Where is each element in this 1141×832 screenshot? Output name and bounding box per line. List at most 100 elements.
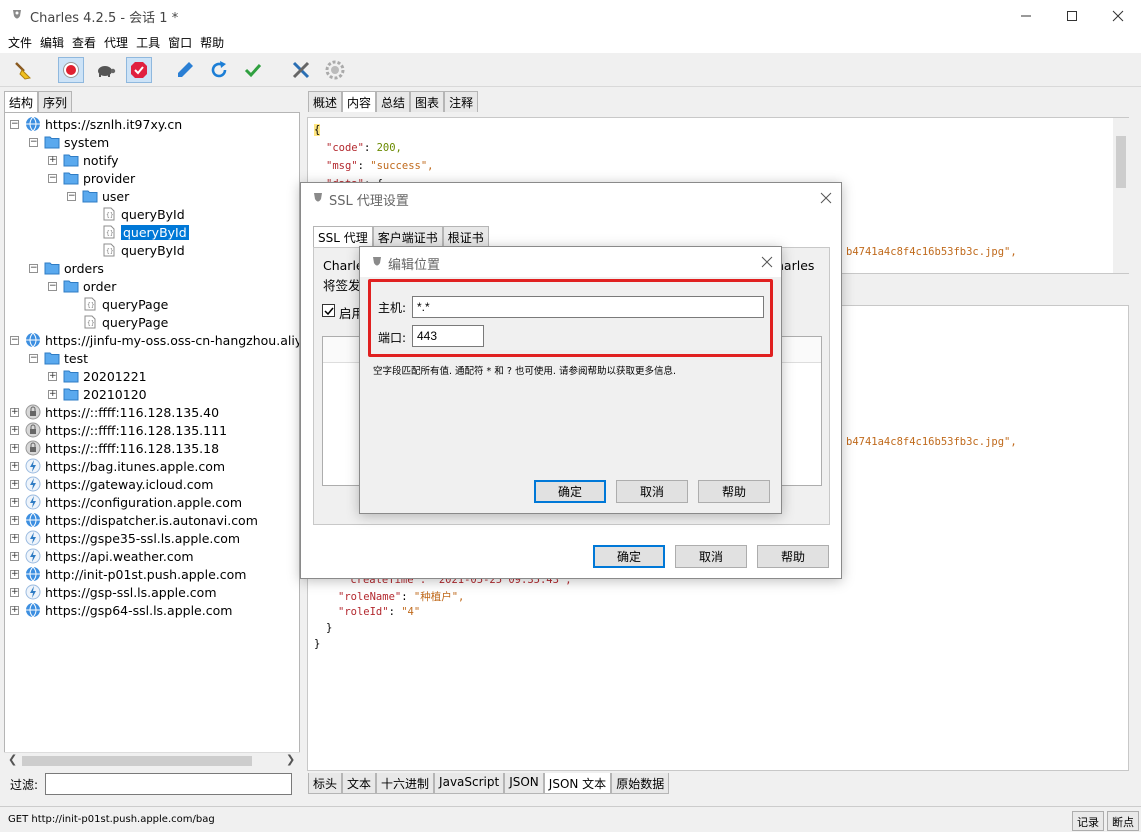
expand-icon[interactable]: +: [10, 443, 19, 453]
expand-icon[interactable]: +: [10, 461, 19, 471]
tab-javascript[interactable]: JavaScript: [434, 773, 505, 794]
scroll-left-icon[interactable]: ❮: [8, 753, 17, 766]
broom-button[interactable]: [10, 57, 36, 83]
tab-text[interactable]: 文本: [342, 773, 377, 794]
close-button[interactable]: [1095, 0, 1141, 31]
tree-row[interactable]: − https://jinfu-my-oss.oss-cn-hangzhou.al…: [10, 331, 299, 349]
scrollbar-thumb[interactable]: [22, 756, 252, 766]
tab-json-text[interactable]: JSON 文本: [543, 773, 612, 794]
tab-client-certificates[interactable]: 客户端证书: [372, 226, 443, 248]
tree-row[interactable]: +20201221: [48, 367, 147, 385]
cancel-button[interactable]: 取消: [675, 545, 747, 568]
tree-row[interactable]: + notify: [48, 151, 119, 169]
expand-icon[interactable]: +: [10, 569, 19, 579]
tab-json[interactable]: JSON: [504, 773, 544, 794]
breakpoints-button[interactable]: [126, 57, 152, 83]
tab-headers[interactable]: 标头: [308, 773, 343, 794]
collapse-icon[interactable]: −: [67, 191, 76, 201]
expand-icon[interactable]: +: [10, 407, 19, 417]
scroll-right-icon[interactable]: ❯: [286, 753, 295, 766]
expand-icon[interactable]: +: [10, 515, 19, 525]
menu-file[interactable]: 文件: [4, 31, 36, 53]
maximize-button[interactable]: [1049, 0, 1095, 31]
collapse-icon[interactable]: −: [48, 281, 57, 291]
tab-overview[interactable]: 概述: [308, 91, 343, 112]
tree-row[interactable]: + http://init-p01st.push.apple.com: [10, 565, 246, 583]
tree-row[interactable]: + https://::ffff:116.128.135.40: [10, 403, 219, 421]
tree-row[interactable]: + https://gateway.icloud.com: [10, 475, 213, 493]
menu-proxy[interactable]: 代理: [100, 31, 132, 53]
tree-row[interactable]: − user: [67, 187, 129, 205]
tree-row[interactable]: + https://gsp-ssl.ls.apple.com: [10, 583, 217, 601]
expand-icon[interactable]: +: [48, 155, 57, 165]
collapse-icon[interactable]: −: [10, 119, 19, 129]
recording-toggle[interactable]: 记录: [1072, 811, 1104, 831]
collapse-icon[interactable]: −: [29, 263, 38, 273]
expand-icon[interactable]: +: [10, 533, 19, 543]
repeat-button[interactable]: [206, 57, 232, 83]
collapse-icon[interactable]: −: [48, 173, 57, 183]
tree-row[interactable]: − https://sznlh.it97xy.cn: [10, 115, 182, 133]
menu-view[interactable]: 查看: [68, 31, 100, 53]
cancel-button[interactable]: 取消: [616, 480, 688, 503]
tree-row[interactable]: + https://::ffff:116.128.135.18: [10, 439, 219, 457]
dialog-close-button[interactable]: [758, 253, 776, 271]
menu-help[interactable]: 帮助: [196, 31, 228, 53]
help-button[interactable]: 帮助: [757, 545, 829, 568]
body-vertical-scrollbar[interactable]: [1113, 118, 1129, 273]
expand-icon[interactable]: +: [48, 389, 57, 399]
tab-root-certificate[interactable]: 根证书: [442, 226, 489, 248]
menu-tools[interactable]: 工具: [132, 31, 164, 53]
tree-row[interactable]: + https://configuration.apple.com: [10, 493, 242, 511]
tab-contents[interactable]: 内容: [342, 91, 377, 112]
filter-input[interactable]: [45, 773, 292, 795]
tree-row[interactable]: − orders: [29, 259, 104, 277]
tree-row[interactable]: + https://::ffff:116.128.135.111: [10, 421, 227, 439]
tab-summary[interactable]: 总结: [376, 91, 411, 112]
scrollbar-thumb[interactable]: [1116, 136, 1126, 188]
expand-icon[interactable]: +: [10, 425, 19, 435]
expand-icon[interactable]: +: [48, 371, 57, 381]
expand-icon[interactable]: +: [10, 479, 19, 489]
tab-raw[interactable]: 原始数据: [611, 773, 670, 794]
tree-row[interactable]: − order: [48, 277, 116, 295]
tree-row[interactable]: + https://bag.itunes.apple.com: [10, 457, 225, 475]
dialog-close-button[interactable]: [817, 189, 835, 207]
throttle-button[interactable]: [92, 57, 118, 83]
expand-icon[interactable]: +: [10, 587, 19, 597]
tree-row[interactable]: − system: [29, 133, 109, 151]
ok-button[interactable]: 确定: [593, 545, 665, 568]
tree-row[interactable]: + https://dispatcher.is.autonavi.com: [10, 511, 258, 529]
tree-row[interactable]: + https://gsp64-ssl.ls.apple.com: [10, 601, 232, 619]
tab-structure[interactable]: 结构: [4, 91, 39, 112]
tree-horizontal-scrollbar[interactable]: ❮ ❯: [4, 752, 300, 768]
tree-row[interactable]: {} queryById: [86, 241, 185, 259]
tree-row[interactable]: {} queryPage: [67, 295, 168, 313]
help-button[interactable]: 帮助: [698, 480, 770, 503]
tab-ssl-proxying[interactable]: SSL 代理: [313, 226, 373, 248]
tree-row[interactable]: − provider: [48, 169, 135, 187]
tools-button[interactable]: [288, 57, 314, 83]
validate-button[interactable]: [240, 57, 266, 83]
expand-icon[interactable]: +: [10, 497, 19, 507]
collapse-icon[interactable]: −: [10, 335, 19, 345]
expand-icon[interactable]: +: [10, 605, 19, 615]
settings-button[interactable]: [322, 57, 348, 83]
compose-button[interactable]: [172, 57, 198, 83]
tree-row[interactable]: + https://gspe35-ssl.ls.apple.com: [10, 529, 240, 547]
menu-window[interactable]: 窗口: [164, 31, 196, 53]
expand-icon[interactable]: +: [10, 551, 19, 561]
tree-row[interactable]: + https://api.weather.com: [10, 547, 194, 565]
tree-row[interactable]: {} queryPage: [67, 313, 168, 331]
tree-row[interactable]: − test: [29, 349, 88, 367]
collapse-icon[interactable]: −: [29, 353, 38, 363]
tab-chart[interactable]: 图表: [410, 91, 445, 112]
ok-button[interactable]: 确定: [534, 480, 606, 503]
breakpoints-toggle[interactable]: 断点: [1107, 811, 1139, 831]
menu-edit[interactable]: 编辑: [36, 31, 68, 53]
collapse-icon[interactable]: −: [29, 137, 38, 147]
tab-notes[interactable]: 注释: [444, 91, 479, 112]
tree-row[interactable]: {} queryById: [86, 223, 189, 241]
tab-sequence[interactable]: 序列: [38, 91, 73, 112]
tab-hex[interactable]: 十六进制: [376, 773, 435, 794]
